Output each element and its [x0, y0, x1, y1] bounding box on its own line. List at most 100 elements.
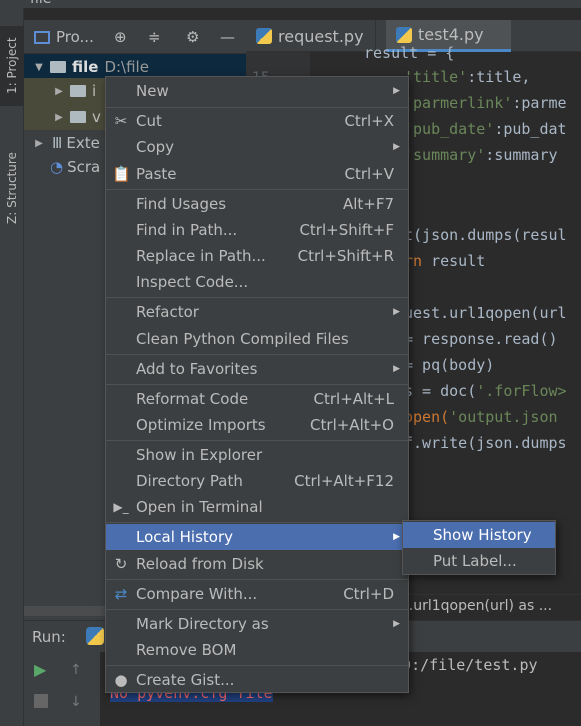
menu-label: Local History: [136, 528, 234, 546]
tree-item-label: i: [92, 82, 97, 100]
menu-item-compare-with[interactable]: ⇄ Compare With... Ctrl+D: [106, 581, 408, 607]
chevron-right-icon[interactable]: ▶: [32, 138, 46, 149]
menu-item-show-explorer[interactable]: Show in Explorer: [106, 442, 408, 468]
menu-item-remove-bom[interactable]: Remove BOM: [106, 637, 408, 663]
menu-item-directory-path[interactable]: Directory Path Ctrl+Alt+F12: [106, 468, 408, 494]
chevron-right-icon[interactable]: ▶: [52, 112, 66, 123]
chevron-down-icon[interactable]: ▼: [32, 62, 46, 73]
menu-item-reload-disk[interactable]: ↻ Reload from Disk: [106, 551, 408, 577]
tab-structure[interactable]: Z: Structure: [0, 138, 24, 238]
menu-item-paste[interactable]: 📋 Paste Ctrl+V: [106, 161, 408, 187]
menu-item-clean-python[interactable]: Clean Python Compiled Files: [106, 326, 408, 352]
scissors-icon: ✂: [114, 112, 128, 130]
title-bar: file: [0, 0, 581, 8]
menu-shortcut: Ctrl+V: [344, 165, 394, 183]
menu-item-mark-directory[interactable]: Mark Directory as ▶: [106, 611, 408, 637]
tree-item-label: Exte: [66, 134, 100, 152]
code-keyword: open(: [404, 408, 450, 426]
minimize-icon[interactable]: —: [220, 26, 235, 48]
submenu-arrow-icon: ▶: [393, 142, 400, 152]
menu-label: Reload from Disk: [136, 555, 264, 573]
arrow-up-icon[interactable]: ↑: [70, 662, 82, 678]
menu-item-new[interactable]: New ▶: [106, 78, 408, 104]
code-line: f.write(json.dumps: [404, 434, 567, 452]
code-line: uest.url1qopen(url: [404, 304, 567, 322]
menu-label: Open in Terminal: [136, 498, 263, 516]
menu-label: Find Usages: [136, 195, 227, 213]
code-line: = response.read(): [404, 330, 558, 348]
menu-shortcut: Ctrl+Alt+F12: [294, 472, 394, 490]
folder-icon: [50, 61, 66, 73]
menu-item-find-usages[interactable]: Find Usages Alt+F7: [106, 191, 408, 217]
folder-icon: [70, 85, 86, 97]
code-text: :summary: [485, 146, 558, 164]
tab-project[interactable]: 1: Project: [0, 26, 24, 106]
run-toolbar: ▶ ↑ ↓: [24, 652, 100, 726]
menu-label: Copy: [136, 138, 175, 156]
submenu-arrow-icon: ▶: [393, 86, 400, 96]
menu-item-inspect-code[interactable]: Inspect Code...: [106, 269, 408, 295]
context-menu: New ▶ ✂ Cut Ctrl+X Copy ▶ 📋 Paste Ctrl+V Find …: [105, 76, 409, 693]
code-text: :pub_dat: [494, 120, 567, 138]
locate-icon[interactable]: ⊕: [114, 26, 127, 48]
menu-item-create-gist[interactable]: ● Create Gist...: [106, 667, 408, 693]
menu-shortcut: Alt+F7: [342, 195, 394, 213]
menu-item-reformat[interactable]: Reformat Code Ctrl+Alt+L: [106, 386, 408, 412]
menu-item-show-history[interactable]: Show History: [403, 522, 555, 548]
submenu-arrow-icon: ▶: [393, 619, 400, 629]
menu-label: Replace in Path...: [136, 247, 266, 265]
menu-item-put-label[interactable]: Put Label...: [403, 548, 555, 574]
code-text: t(json.dumps(resul: [404, 226, 567, 244]
collapse-icon[interactable]: ≑: [148, 26, 161, 48]
python-file-icon: [256, 28, 272, 44]
menu-divider: [106, 354, 408, 355]
menu-item-open-terminal[interactable]: ▶_ Open in Terminal: [106, 494, 408, 520]
code-text: = response.read(): [404, 330, 558, 348]
code-line: = pq(body): [404, 356, 494, 374]
project-toolbar: Pro... ⊕ ≑ ⚙ —: [24, 20, 246, 54]
tab-request[interactable]: request.py: [246, 20, 376, 52]
tab-label: request.py: [278, 26, 364, 46]
local-history-submenu: Show History Put Label...: [402, 520, 556, 575]
menu-divider: [106, 440, 408, 441]
menu-item-add-favorites[interactable]: Add to Favorites ▶: [106, 356, 408, 382]
left-tool-strip: 1: Project Z: Structure: [0, 8, 24, 726]
menu-item-replace-in-path[interactable]: Replace in Path... Ctrl+Shift+R: [106, 243, 408, 269]
python-icon[interactable]: [86, 627, 104, 645]
code-text: :title,: [467, 68, 531, 86]
stop-icon[interactable]: [34, 694, 48, 708]
code-string: 'title': [404, 68, 468, 86]
menu-item-cut[interactable]: ✂ Cut Ctrl+X: [106, 108, 408, 134]
menu-divider: [106, 297, 408, 298]
menu-item-local-history[interactable]: Local History ▶: [106, 524, 408, 550]
tree-item-label: Scra: [67, 158, 101, 176]
menu-item-find-in-path[interactable]: Find in Path... Ctrl+Shift+F: [106, 217, 408, 243]
code-string: 'summary': [404, 146, 486, 164]
menu-shortcut: Ctrl+Shift+R: [297, 247, 394, 265]
menu-item-optimize-imports[interactable]: Optimize Imports Ctrl+Alt+O: [106, 412, 408, 438]
menu-label: Reformat Code: [136, 390, 249, 408]
arrow-down-icon[interactable]: ↓: [70, 694, 82, 710]
code-line: result = {: [364, 44, 454, 62]
gear-icon[interactable]: ⚙: [186, 26, 199, 48]
menu-label: Show in Explorer: [136, 446, 263, 464]
menu-divider: [106, 384, 408, 385]
menu-shortcut: Ctrl+Alt+O: [310, 416, 394, 434]
terminal-icon: ▶_: [113, 500, 129, 514]
menu-label: Show History: [433, 526, 532, 544]
menu-label: Cut: [136, 112, 162, 130]
chevron-right-icon[interactable]: ▶: [52, 86, 66, 97]
menu-label: Find in Path...: [136, 221, 238, 239]
code-text: uest.url1qopen(url: [404, 304, 567, 322]
submenu-arrow-icon: ▶: [393, 364, 400, 374]
code-text: = pq(body): [404, 356, 495, 374]
project-view-dropdown[interactable]: Pro...: [34, 26, 94, 48]
code-string: 'output.json: [449, 408, 558, 426]
menu-label: Directory Path: [136, 472, 243, 490]
play-icon[interactable]: ▶: [34, 660, 46, 679]
code-string: '.forFlow>: [476, 382, 567, 400]
root-name: file: [72, 58, 99, 76]
menu-item-refactor[interactable]: Refactor ▶: [106, 299, 408, 325]
reload-icon: ↻: [114, 555, 128, 573]
menu-item-copy[interactable]: Copy ▶: [106, 134, 408, 160]
